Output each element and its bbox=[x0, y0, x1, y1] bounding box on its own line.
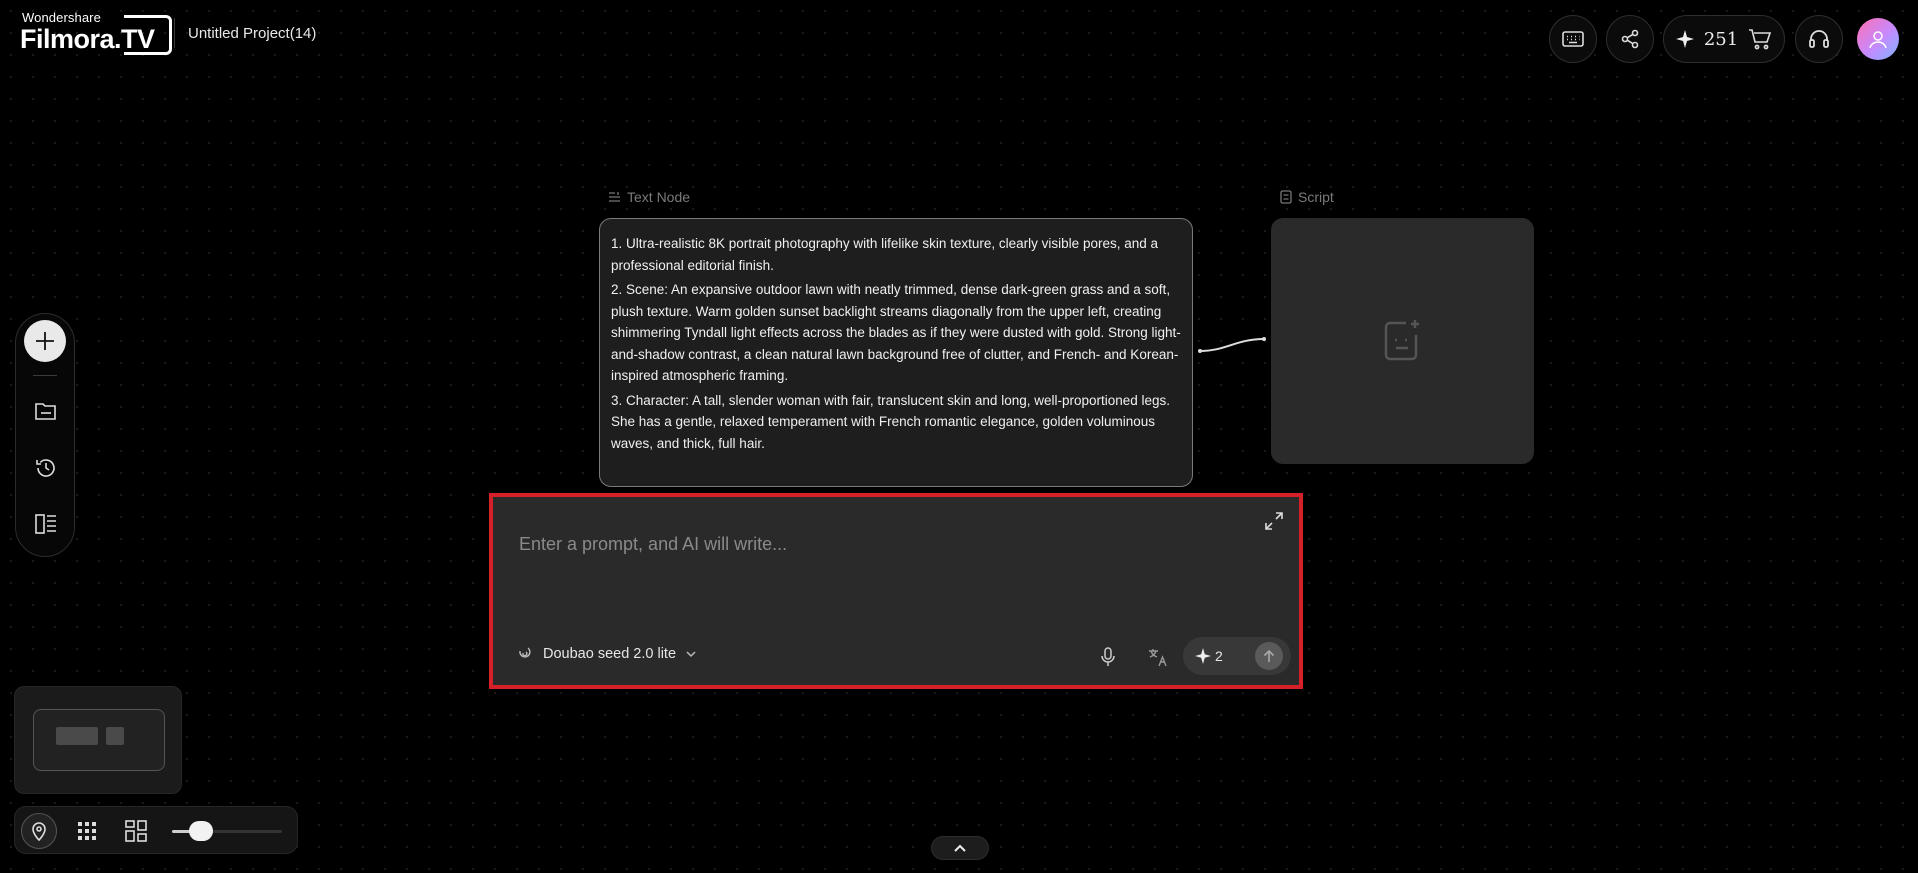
support-button[interactable] bbox=[1795, 15, 1843, 63]
brand-top-text: Wondershare bbox=[22, 10, 101, 25]
credits-count: 251 bbox=[1703, 28, 1739, 50]
minimap-node bbox=[106, 727, 124, 745]
model-selector[interactable]: Doubao seed 2.0 lite bbox=[517, 646, 696, 662]
expand-button[interactable] bbox=[1263, 510, 1285, 532]
text-node-label: Text Node bbox=[627, 189, 691, 205]
script-node-header: Script bbox=[1280, 189, 1334, 205]
text-node-icon bbox=[609, 192, 620, 202]
text-node-paragraph: 3. Character: A tall, slender woman with… bbox=[611, 392, 1171, 451]
cost-value: 2 bbox=[1215, 648, 1223, 664]
layout-icon bbox=[35, 514, 56, 534]
grid-dots-button[interactable] bbox=[76, 820, 98, 842]
node-connector bbox=[1198, 337, 1266, 353]
share-icon bbox=[1621, 29, 1639, 49]
brand-box-mark bbox=[124, 15, 172, 55]
cart-icon[interactable] bbox=[1748, 28, 1772, 50]
plus-icon bbox=[36, 332, 54, 350]
translate-icon bbox=[1149, 649, 1167, 667]
add-node-button[interactable] bbox=[24, 320, 66, 362]
project-title[interactable]: Untitled Project(14) bbox=[188, 25, 316, 42]
folder-icon bbox=[35, 403, 56, 420]
toolbar-separator bbox=[33, 375, 57, 376]
arrange-icon bbox=[125, 820, 147, 842]
locate-button[interactable] bbox=[21, 813, 57, 849]
user-avatar[interactable] bbox=[1857, 18, 1899, 60]
prompt-panel: Doubao seed 2.0 lite 2 bbox=[489, 493, 1303, 689]
chevron-up-icon bbox=[954, 844, 966, 852]
canvas-controls bbox=[14, 806, 298, 854]
translate-button[interactable] bbox=[1147, 646, 1169, 668]
history-icon bbox=[36, 459, 55, 477]
history-button[interactable] bbox=[33, 455, 59, 481]
dots-grid-icon bbox=[78, 822, 96, 840]
user-icon bbox=[1869, 31, 1887, 49]
minimap[interactable] bbox=[14, 686, 182, 794]
voice-input-button[interactable] bbox=[1097, 646, 1119, 668]
prompt-input[interactable] bbox=[519, 534, 1219, 555]
headset-icon bbox=[1809, 30, 1829, 48]
sparkle-icon bbox=[1675, 30, 1694, 48]
sparkle-icon bbox=[1195, 648, 1211, 664]
model-icon bbox=[519, 647, 531, 658]
header-divider bbox=[174, 18, 175, 48]
chevron-down-icon bbox=[686, 650, 696, 657]
model-name: Doubao seed 2.0 lite bbox=[543, 646, 677, 662]
text-node-header: Text Node bbox=[608, 189, 690, 205]
share-button[interactable] bbox=[1606, 15, 1654, 63]
expand-icon bbox=[1265, 512, 1283, 530]
left-toolbar bbox=[15, 313, 75, 557]
assets-button[interactable] bbox=[33, 398, 59, 424]
script-placeholder-icon bbox=[1384, 319, 1422, 366]
generation-cost: 2 bbox=[1183, 637, 1291, 675]
arrange-button[interactable] bbox=[125, 820, 147, 842]
templates-button[interactable] bbox=[33, 511, 59, 537]
expand-bottom-button[interactable] bbox=[931, 836, 989, 860]
zoom-slider-thumb[interactable] bbox=[189, 821, 213, 841]
text-node-paragraph: 2. Scene: An expansive outdoor lawn with… bbox=[611, 282, 1181, 383]
script-icon bbox=[1280, 190, 1292, 204]
keyboard-shortcuts-button[interactable] bbox=[1549, 15, 1597, 63]
minimap-node bbox=[56, 727, 98, 745]
microphone-icon bbox=[1101, 647, 1115, 666]
filmora-logo[interactable]: Wondershare Filmora.TV bbox=[20, 10, 172, 56]
arrow-up-icon bbox=[1263, 649, 1275, 662]
keyboard-icon bbox=[1562, 31, 1584, 47]
minimap-viewport bbox=[33, 709, 165, 771]
text-node[interactable]: 1. Ultra-realistic 8K portrait photograp… bbox=[599, 218, 1193, 487]
credits-pill[interactable]: 251 bbox=[1663, 15, 1785, 63]
location-pin-icon bbox=[32, 822, 46, 842]
script-node-label: Script bbox=[1298, 189, 1334, 205]
send-button[interactable] bbox=[1255, 642, 1283, 670]
text-node-paragraph: 1. Ultra-realistic 8K portrait photograp… bbox=[611, 236, 1158, 273]
script-node[interactable] bbox=[1271, 218, 1534, 464]
